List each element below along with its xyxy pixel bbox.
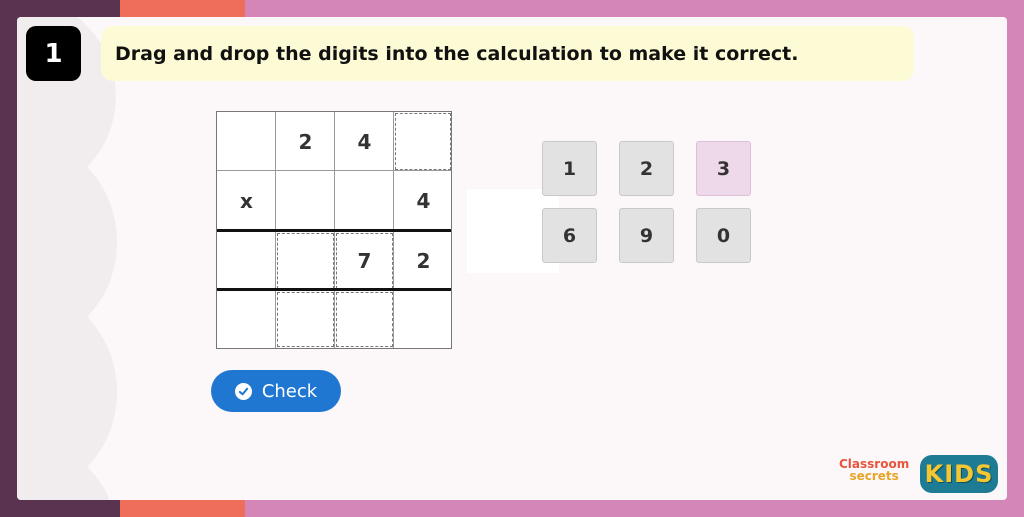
multiply-sign: x <box>240 188 253 213</box>
digit-tile-1[interactable]: 1 <box>542 141 597 196</box>
digit-tile-2[interactable]: 2 <box>619 141 674 196</box>
grid-cell: 4 <box>416 188 431 213</box>
classroom-secrets-logo: Classroom secrets <box>839 457 910 483</box>
grid-cell <box>335 171 394 230</box>
grid-cell: 4 <box>357 129 372 154</box>
calculation-grid: 2 4 x 4 7 2 <box>216 111 452 349</box>
digit-tile-0[interactable]: 0 <box>696 208 751 263</box>
equals-line <box>217 288 451 291</box>
instruction-text: Drag and drop the digits into the calcul… <box>115 42 799 65</box>
grid-divider <box>217 170 451 171</box>
equals-line <box>217 229 451 232</box>
check-circle-icon <box>234 382 252 400</box>
grid-cell <box>217 112 276 171</box>
check-button[interactable]: Check <box>211 370 341 412</box>
digit-tile-3[interactable]: 3 <box>696 141 751 196</box>
grid-cell: 2 <box>298 129 313 154</box>
decorative-wave <box>17 17 117 500</box>
digit-tile-9[interactable]: 9 <box>619 208 674 263</box>
drop-zone[interactable] <box>277 233 334 289</box>
drop-zone[interactable] <box>336 292 393 347</box>
question-card: 1 Drag and drop the digits into the calc… <box>17 17 1007 500</box>
grid-cell-given: 7 <box>336 233 393 289</box>
drop-zone[interactable] <box>277 292 334 347</box>
drop-zone[interactable] <box>395 113 451 170</box>
kids-logo: KIDS <box>920 455 998 493</box>
digit-tile-6[interactable]: 6 <box>542 208 597 263</box>
instruction-banner: Drag and drop the digits into the calcul… <box>101 26 914 81</box>
kids-logo-text: KIDS <box>924 460 994 488</box>
grid-cell <box>394 290 453 349</box>
question-number: 1 <box>26 26 81 81</box>
grid-cell: 2 <box>416 248 431 273</box>
check-button-label: Check <box>261 380 318 402</box>
grid-cell <box>217 231 276 290</box>
grid-cell <box>217 290 276 349</box>
grid-cell <box>276 171 335 230</box>
